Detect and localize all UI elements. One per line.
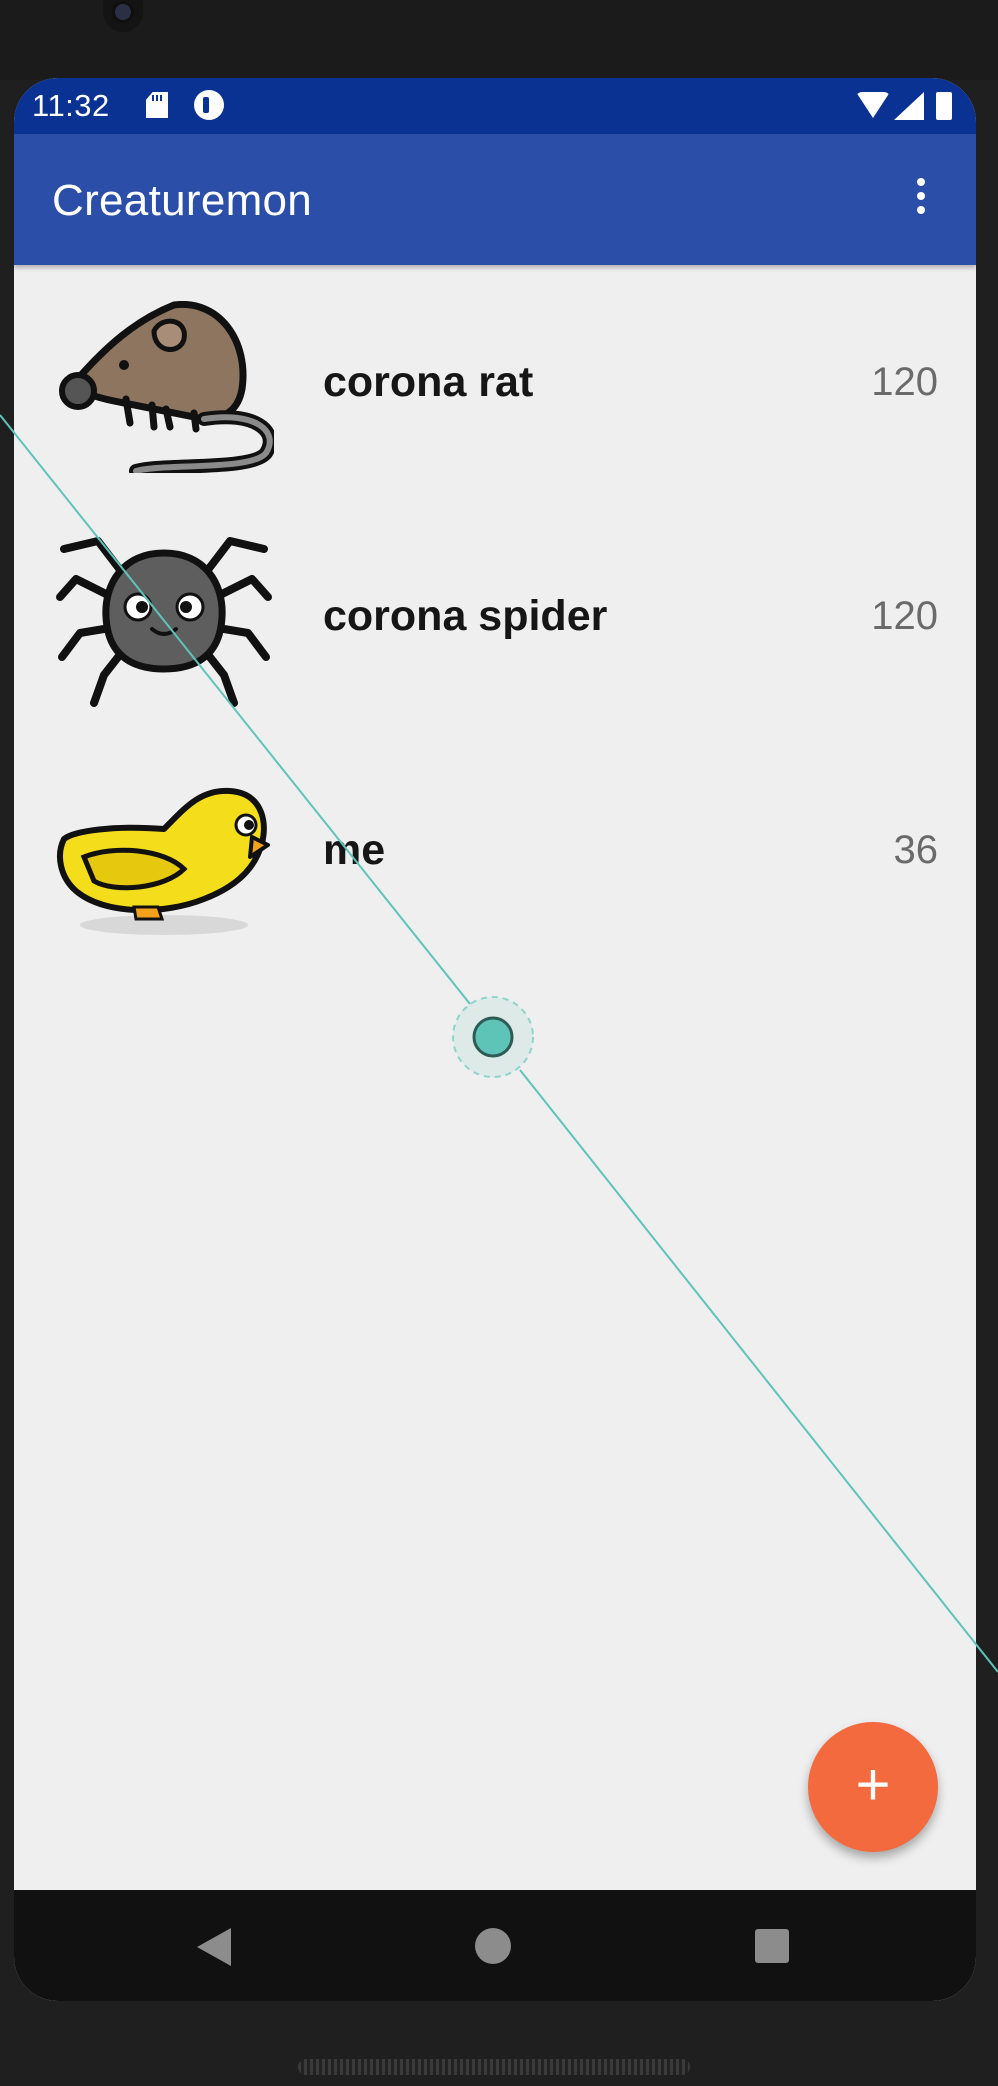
list-item[interactable]: corona rat 120 bbox=[14, 265, 976, 499]
app-bar: Creaturemon bbox=[14, 134, 976, 265]
duck-image bbox=[57, 787, 270, 935]
creature-name: me bbox=[323, 826, 386, 874]
battery-icon bbox=[936, 92, 952, 120]
home-icon[interactable] bbox=[475, 1928, 511, 1964]
device-top-bezel bbox=[0, 0, 998, 80]
add-creature-button[interactable]: + bbox=[808, 1722, 938, 1852]
speaker-grille bbox=[298, 2059, 690, 2075]
sd-card-icon bbox=[146, 92, 168, 118]
rat-image bbox=[59, 301, 274, 473]
creature-value: 120 bbox=[871, 594, 938, 638]
recents-icon[interactable] bbox=[755, 1929, 789, 1963]
creature-list: corona rat 120 corona spider 120 me 36 bbox=[14, 265, 976, 967]
creature-name: corona rat bbox=[323, 358, 534, 406]
list-item[interactable]: corona spider 120 bbox=[14, 499, 976, 733]
spider-image bbox=[56, 537, 272, 707]
creature-value: 36 bbox=[893, 828, 939, 872]
list-item[interactable]: me 36 bbox=[14, 733, 976, 967]
app-title: Creaturemon bbox=[52, 176, 313, 225]
status-time: 11:32 bbox=[32, 88, 110, 123]
phone-screen: 11:32 Creaturemon corona rat 120 corona … bbox=[14, 78, 976, 2001]
cell-signal-icon bbox=[894, 92, 924, 120]
front-camera bbox=[103, 0, 143, 32]
creature-name: corona spider bbox=[323, 592, 608, 640]
overflow-menu-icon[interactable] bbox=[914, 178, 928, 222]
status-bar: 11:32 bbox=[14, 78, 976, 134]
back-icon[interactable] bbox=[197, 1928, 231, 1966]
creature-value: 120 bbox=[871, 360, 938, 404]
wifi-icon bbox=[856, 92, 890, 118]
app-notification-icon bbox=[194, 90, 224, 120]
navigation-bar bbox=[14, 1890, 976, 2001]
